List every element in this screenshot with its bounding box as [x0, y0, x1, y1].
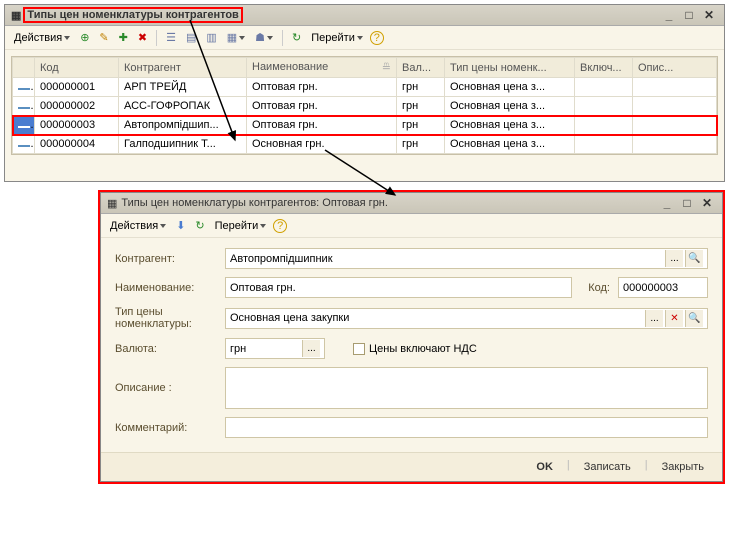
input-price-type[interactable]: Основная цена закупки ... ✕ 🔍 — [225, 308, 708, 329]
input-currency[interactable]: грн ... — [225, 338, 325, 359]
select-button[interactable]: ... — [302, 340, 320, 357]
filter-clear-icon[interactable]: ▥ — [203, 29, 219, 46]
window-title: Типы цен номенклатуры контрагентов — [25, 9, 240, 21]
col-currency[interactable]: Вал... — [397, 58, 445, 78]
select-button[interactable]: ... — [665, 250, 683, 267]
checkbox-icon — [353, 343, 365, 355]
label-description: Описание : — [115, 382, 225, 394]
main-window: ▦ Типы цен номенклатуры контрагентов _ □… — [4, 4, 725, 182]
label-currency: Валюта: — [115, 343, 225, 355]
col-name[interactable]: Наименование ≞ — [247, 58, 397, 78]
criteria-icon[interactable]: ☗ — [252, 29, 276, 46]
grid-icon: ▦ — [107, 197, 117, 210]
grid-header-row: Код Контрагент Наименование ≞ Вал... Тип… — [13, 58, 717, 78]
col-price-type[interactable]: Тип цены номенк... — [445, 58, 575, 78]
input-name[interactable]: Оптовая грн. — [225, 277, 572, 298]
select-button[interactable]: ... — [645, 310, 663, 327]
col-included[interactable]: Включ... — [575, 58, 633, 78]
maximize-button[interactable]: □ — [680, 8, 698, 22]
detail-actions-menu[interactable]: Действия — [107, 218, 169, 234]
detail-window: ▦ Типы цен номенклатуры контрагентов: Оп… — [100, 192, 723, 482]
input-description[interactable] — [225, 367, 708, 409]
add-icon[interactable]: ⊕ — [77, 29, 92, 46]
detail-help-icon[interactable]: ? — [273, 219, 287, 233]
save-icon[interactable]: ⬇ — [173, 217, 188, 234]
table-row[interactable]: 000000003Автопромпідшип...Оптовая грн.гр… — [13, 116, 717, 135]
detail-toolbar: Действия ⬇ ↻ Перейти ? — [101, 214, 722, 238]
goto-menu[interactable]: Перейти — [308, 30, 366, 46]
detail-goto-menu[interactable]: Перейти — [212, 218, 270, 234]
edit-icon[interactable]: ✎ — [96, 29, 111, 46]
detail-form: Контрагент: Автопромпідшипник ... 🔍 Наим… — [101, 238, 722, 452]
table-row[interactable]: 000000004Галподшипник Т...Основная грн.г… — [13, 135, 717, 154]
refresh-icon[interactable]: ↻ — [289, 29, 304, 46]
label-code: Код: — [588, 282, 610, 294]
detail-minimize-button[interactable]: _ — [658, 196, 676, 210]
filter-funnel-icon[interactable]: ☰ — [163, 29, 179, 46]
detail-titlebar: ▦ Типы цен номенклатуры контрагентов: Оп… — [101, 193, 722, 214]
search-icon[interactable]: 🔍 — [685, 310, 703, 327]
close-button[interactable]: ✕ — [700, 8, 718, 22]
ok-button[interactable]: OK — [528, 459, 561, 475]
filter-list-icon[interactable]: ▤ — [183, 29, 199, 46]
detail-maximize-button[interactable]: □ — [678, 196, 696, 210]
filter-dropdown-icon[interactable]: ▦ — [224, 29, 248, 46]
minimize-button[interactable]: _ — [660, 8, 678, 22]
label-price-type: Тип цены номенклатуры: — [115, 306, 225, 330]
col-description[interactable]: Опис... — [633, 58, 717, 78]
label-comment: Комментарий: — [115, 422, 225, 434]
close-button[interactable]: Закрыть — [654, 459, 712, 475]
col-code[interactable]: Код — [35, 58, 119, 78]
label-name: Наименование: — [115, 282, 225, 294]
copy-icon[interactable]: ✚ — [116, 29, 131, 46]
col-counterparty[interactable]: Контрагент — [119, 58, 247, 78]
input-comment[interactable] — [225, 417, 708, 438]
actions-menu[interactable]: Действия — [11, 30, 73, 46]
search-icon[interactable]: 🔍 — [685, 250, 703, 267]
detail-close-button[interactable]: ✕ — [698, 196, 716, 210]
vat-checkbox[interactable]: Цены включают НДС — [353, 343, 477, 355]
table-row[interactable]: 000000002АСС-ГОФРОПАКОптовая грн.грнОсно… — [13, 97, 717, 116]
help-icon[interactable]: ? — [370, 31, 384, 45]
save-button[interactable]: Записать — [576, 459, 639, 475]
main-titlebar: ▦ Типы цен номенклатуры контрагентов _ □… — [5, 5, 724, 26]
delete-icon[interactable]: ✖ — [135, 29, 150, 46]
detail-footer: OK | Записать | Закрыть — [101, 452, 722, 481]
reread-icon[interactable]: ↻ — [192, 217, 207, 234]
detail-title: Типы цен номенклатуры контрагентов: Опто… — [121, 197, 388, 209]
table-row[interactable]: 000000001АРП ТРЕЙДОптовая грн.грнОсновна… — [13, 78, 717, 97]
grid-icon: ▦ — [11, 9, 21, 22]
price-types-grid: Код Контрагент Наименование ≞ Вал... Тип… — [11, 56, 718, 155]
main-toolbar: Действия ⊕ ✎ ✚ ✖ ☰ ▤ ▥ ▦ ☗ ↻ Перейти ? — [5, 26, 724, 50]
input-counterparty[interactable]: Автопромпідшипник ... 🔍 — [225, 248, 708, 269]
clear-icon[interactable]: ✕ — [665, 310, 683, 327]
label-counterparty: Контрагент: — [115, 253, 225, 265]
input-code[interactable]: 000000003 — [618, 277, 708, 298]
